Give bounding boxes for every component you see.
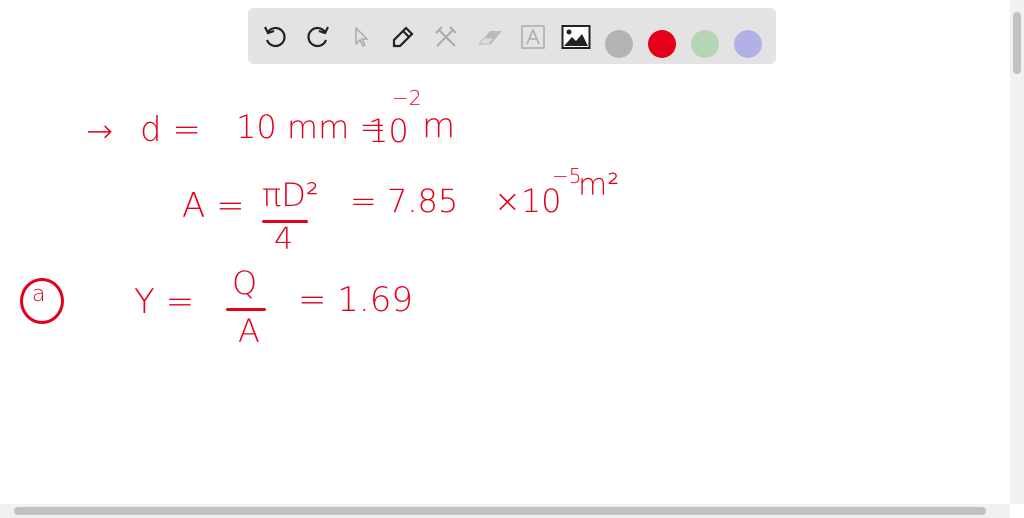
text-169: = 1.69 [298, 280, 413, 320]
image-tool[interactable] [561, 22, 591, 52]
text-exp-2: −2 [392, 86, 422, 110]
undo-button[interactable] [260, 22, 290, 52]
tools-icon [435, 26, 457, 47]
color-green[interactable] [691, 30, 719, 58]
undo-icon [264, 26, 286, 48]
arrow-mark: → [86, 112, 113, 150]
text-Y: Y = [134, 282, 195, 322]
pen-tool[interactable] [388, 22, 418, 52]
select-tool[interactable] [346, 22, 376, 52]
drawing-toolbar [248, 8, 776, 64]
text-785: = 7.85 [350, 182, 459, 220]
text-icon [521, 25, 545, 49]
text-A: A = [182, 186, 245, 226]
text-m: m [422, 106, 456, 146]
text-m2: m² [578, 168, 620, 203]
horizontal-scrollbar[interactable] [0, 504, 1010, 518]
text-tool[interactable] [518, 22, 548, 52]
text-d: d = [140, 110, 201, 150]
redo-icon [307, 26, 329, 48]
text-Q: Q [232, 264, 258, 302]
text-A-den: A [238, 312, 260, 350]
image-icon [561, 25, 591, 49]
text-4: 4 [274, 222, 294, 257]
pen-icon [392, 26, 414, 48]
vertical-scroll-thumb[interactable] [1013, 12, 1021, 74]
part-label-a: a [32, 282, 46, 307]
text-piD2: πD² [262, 176, 319, 214]
text-10mm: 10 mm = [236, 108, 387, 146]
eraser-icon [477, 31, 502, 45]
fraction-bar [226, 308, 266, 311]
eraser-tool[interactable] [475, 22, 505, 52]
text-10-base: 10 [368, 112, 409, 150]
color-gray[interactable] [605, 30, 633, 58]
horizontal-scroll-thumb[interactable] [14, 507, 986, 515]
select-icon [355, 26, 369, 48]
redo-button[interactable] [303, 22, 333, 52]
color-purple[interactable] [734, 30, 762, 58]
vertical-scrollbar[interactable] [1010, 0, 1024, 504]
tools-button[interactable] [431, 22, 461, 52]
color-red[interactable] [648, 30, 676, 58]
